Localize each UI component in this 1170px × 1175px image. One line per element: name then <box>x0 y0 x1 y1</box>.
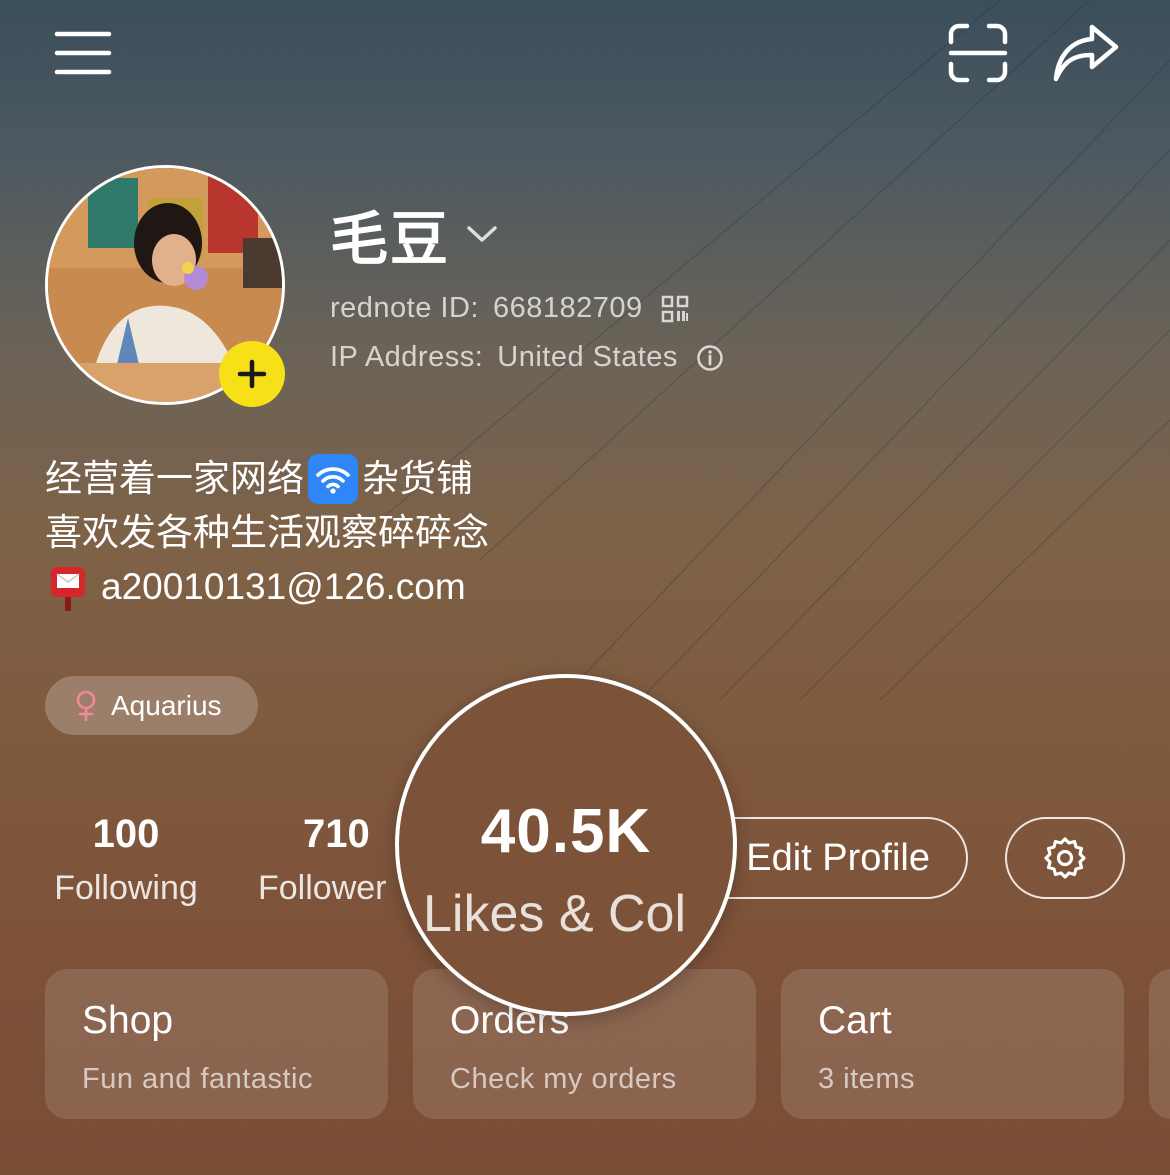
followers-stat[interactable]: 710 Follower <box>258 812 418 908</box>
share-button[interactable] <box>1046 18 1126 88</box>
ip-label: IP Address: <box>330 341 484 373</box>
orders-subtitle: Check my orders <box>450 1063 677 1095</box>
id-label: rednote ID: <box>330 292 479 324</box>
settings-button[interactable] <box>1005 817 1125 899</box>
add-avatar-button[interactable] <box>219 341 285 407</box>
following-label: Following <box>54 869 198 907</box>
followers-count: 710 <box>303 812 370 856</box>
avatar-container[interactable] <box>45 165 285 407</box>
following-stat[interactable]: 100 Following <box>46 812 206 908</box>
bio-text: 杂货铺 <box>362 458 473 499</box>
account-switcher[interactable]: 毛豆 <box>330 192 498 276</box>
qr-code-icon[interactable] <box>661 295 689 323</box>
cart-title: Cart <box>818 999 892 1042</box>
chevron-down-icon <box>467 226 497 242</box>
followers-label: Follower <box>258 869 387 907</box>
likes-count: 40.5K <box>480 797 652 866</box>
female-icon <box>76 690 96 721</box>
profile-name: 毛豆 <box>330 207 451 272</box>
shop-subtitle: Fun and fantastic <box>82 1063 313 1095</box>
zodiac-tag: Aquarius <box>45 676 258 735</box>
cart-card[interactable]: Cart 3 items <box>781 969 1124 1119</box>
gear-icon <box>1044 837 1086 879</box>
ip-value: United States <box>497 341 678 373</box>
bio-line-3: a20010131@126.com <box>45 560 489 614</box>
scan-icon <box>948 23 1008 83</box>
info-icon[interactable] <box>696 344 724 372</box>
shop-card[interactable]: Shop Fun and fantastic <box>45 969 388 1119</box>
menu-button[interactable] <box>48 24 118 82</box>
rednote-id-row[interactable]: rednote ID: 668182709 <box>330 292 689 325</box>
bio-text: 经营着一家网络 <box>45 458 304 499</box>
mailbox-emoji-icon <box>45 562 91 612</box>
likes-label: Likes & Col <box>423 885 686 943</box>
share-icon <box>1053 24 1119 82</box>
zodiac-label: Aquarius <box>111 689 222 721</box>
next-card-peek[interactable] <box>1149 969 1170 1119</box>
following-count: 100 <box>92 812 160 856</box>
plus-icon <box>237 359 267 389</box>
bio: 经营着一家网络 杂货铺 喜欢发各种生活观察碎碎念 a20010131@126.c… <box>45 452 489 614</box>
ip-address-row: IP Address: United States <box>330 341 724 374</box>
wifi-emoji-icon <box>308 454 358 504</box>
likes-stat[interactable]: 40.5K Likes & Col <box>395 674 737 1016</box>
shop-title: Shop <box>82 999 174 1042</box>
scan-button[interactable] <box>940 18 1016 88</box>
id-value: 668182709 <box>492 292 643 324</box>
cart-subtitle: 3 items <box>818 1063 915 1095</box>
bio-line-2: 喜欢发各种生活观察碎碎念 <box>45 512 489 553</box>
menu-icon <box>54 31 112 75</box>
email-text[interactable]: a20010131@126.com <box>101 560 466 614</box>
bio-line-1: 经营着一家网络 杂货铺 <box>45 452 489 506</box>
